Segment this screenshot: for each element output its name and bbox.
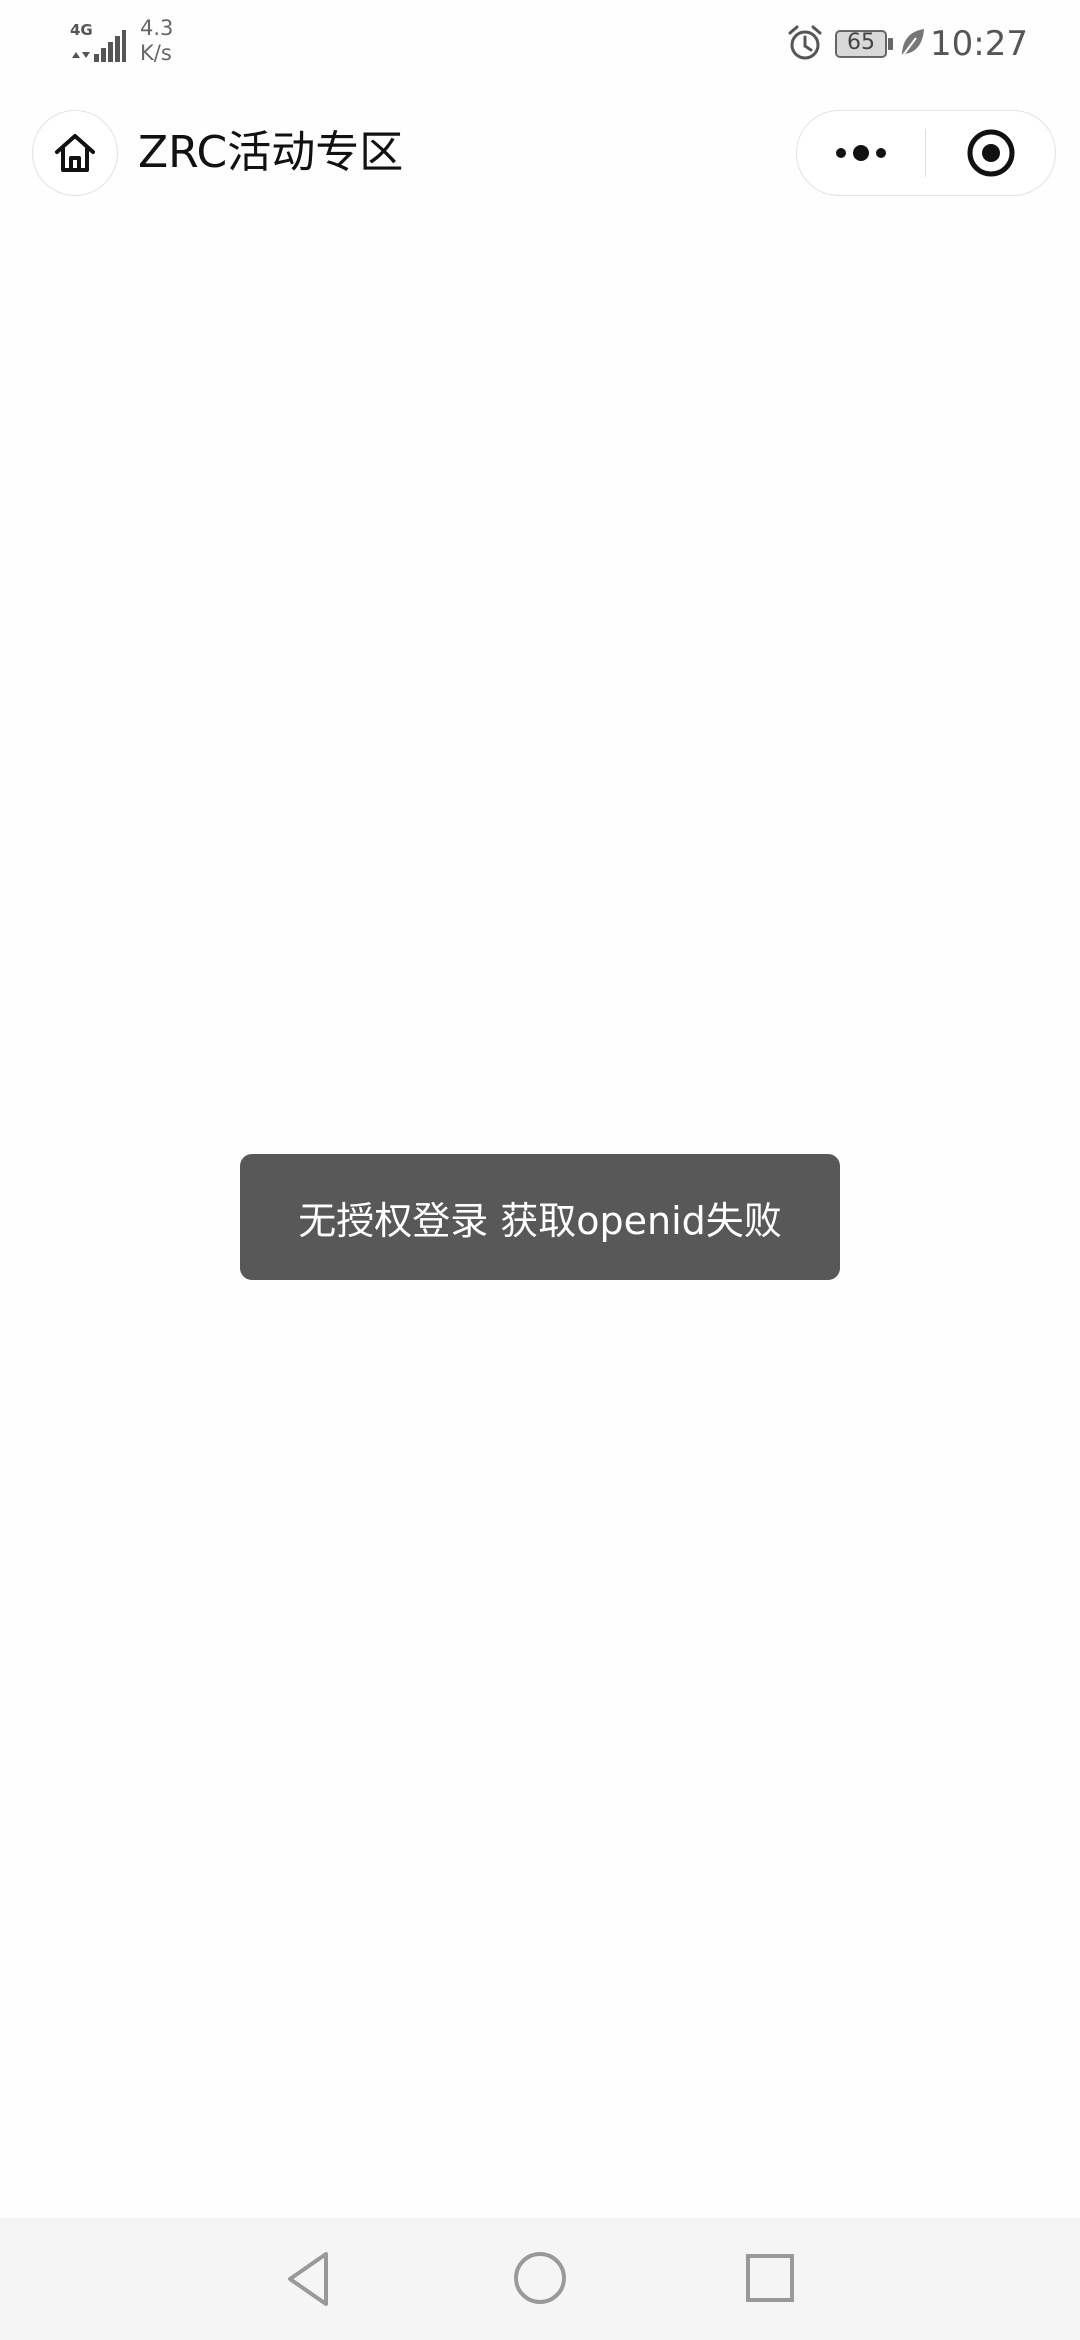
network-type-label: 4G	[70, 21, 93, 39]
close-icon	[967, 129, 1015, 177]
system-nav-bar	[0, 2218, 1080, 2340]
home-icon	[55, 134, 95, 172]
network-speed: 4.3 K/s	[140, 16, 173, 66]
page-title: ZRC活动专区	[138, 127, 404, 178]
network-speed-value: 4.3	[140, 16, 174, 40]
status-time: 10:27	[930, 24, 1028, 64]
home-button[interactable]	[32, 110, 118, 196]
back-icon[interactable]	[282, 2248, 338, 2310]
network-speed-unit: K/s	[140, 41, 172, 65]
leaf-icon	[900, 29, 924, 59]
status-bar: 4G 4.3 K/s 65 10:27	[0, 0, 1080, 90]
home-circle-icon[interactable]	[510, 2248, 570, 2308]
capsule-menu	[796, 110, 1056, 196]
more-button[interactable]	[797, 111, 925, 195]
battery-level: 65	[847, 30, 875, 55]
screen: 4G 4.3 K/s 65 10:27 ZRC活动专区 无授权登录 获取open…	[0, 0, 1080, 2340]
alarm-icon	[788, 25, 822, 60]
capsule-divider	[925, 129, 926, 177]
recent-apps-icon[interactable]	[744, 2248, 796, 2308]
toast: 无授权登录 获取openid失败	[240, 1154, 840, 1280]
toast-message: 无授权登录 获取openid失败	[298, 1198, 782, 1243]
more-icon	[836, 145, 886, 161]
nav-bar: ZRC活动专区	[0, 100, 1080, 210]
close-button[interactable]	[927, 111, 1055, 195]
